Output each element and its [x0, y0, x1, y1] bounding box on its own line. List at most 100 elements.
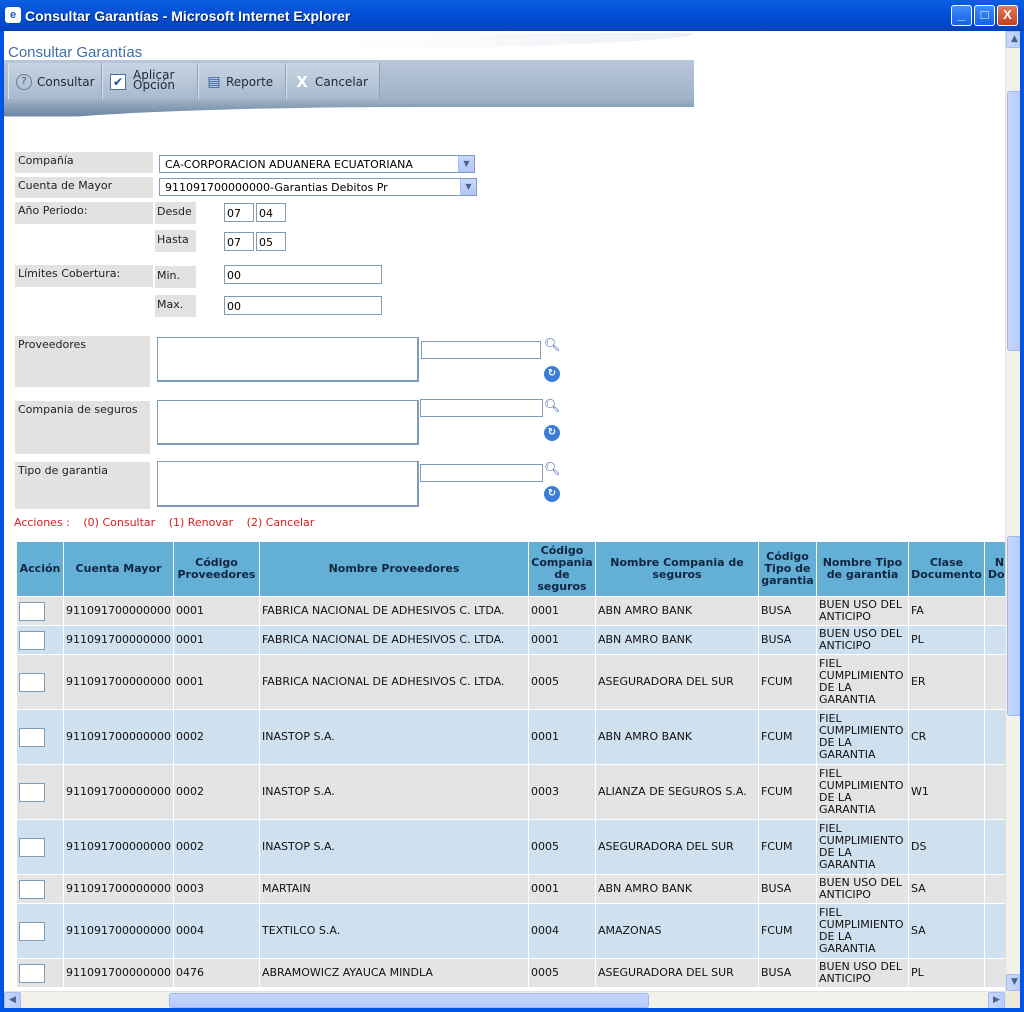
min-label: Min. [155, 266, 196, 288]
tipo-garantia-search-input[interactable] [420, 464, 543, 482]
cell-nombre-cia: ALIANZA DE SEGUROS S.A. [594, 764, 759, 820]
accion-consultar-legend: (0) Consultar [83, 516, 156, 529]
search-icon[interactable]: 🔍︎ [544, 462, 561, 478]
cuenta-mayor-select[interactable]: 911091700000000-Garantias Debitos Pr ▼ [159, 178, 477, 196]
cell-cod-tipo: BUSA [757, 958, 817, 988]
accion-input[interactable] [19, 727, 45, 747]
cell-cod-cia: 0004 [527, 903, 596, 959]
scroll-down-icon[interactable]: ▼ [1006, 974, 1020, 991]
compania-seguros-search-input[interactable] [420, 399, 543, 417]
cell-nombre-cia: ASEGURADORA DEL SUR [594, 958, 759, 988]
hasta-month-input[interactable]: 05 [256, 232, 286, 251]
hasta-year-input[interactable]: 07 [224, 232, 254, 251]
cell-nombre-tipo: BUEN USO DEL ANTICIPO [815, 596, 909, 626]
accion-input[interactable] [19, 782, 45, 802]
clear-icon[interactable]: ↻ [544, 425, 560, 441]
accion-input[interactable] [19, 879, 45, 899]
cell-clase: CR [907, 709, 985, 765]
column-header: Nombre Proveedores [258, 541, 529, 597]
window-titlebar[interactable]: e Consultar Garantías - Microsoft Intern… [0, 0, 1024, 31]
maximize-button[interactable]: □ [974, 5, 995, 26]
cell-cod-prov: 0002 [172, 709, 260, 765]
compania-label: Compañía [15, 152, 153, 173]
table-row: 911091700000000 0476 ABRAMOWICZ AYAUCA MIN… [16, 958, 1015, 988]
clear-icon[interactable]: ↻ [544, 486, 560, 502]
horizontal-scrollbar[interactable]: ◀ ▶ [4, 991, 1005, 1008]
cell-cod-cia: 0001 [527, 625, 596, 655]
header-banner: Consultar Garantías ? Consultar ✔ Aplica… [4, 31, 694, 129]
cell-cod-cia: 0001 [527, 596, 596, 626]
table-row: 911091700000000 0001 FABRICA NACIONAL DE A… [16, 596, 1015, 626]
accion-renovar-legend: (1) Renovar [168, 516, 234, 529]
cell-nombre-cia: ABN AMRO BANK [594, 874, 759, 904]
accion-input[interactable] [19, 963, 45, 983]
accion-cell [16, 764, 64, 820]
report-icon: ▤ [207, 74, 221, 90]
cell-nombre-tipo: FIEL CUMPLIMIENTO DE LA GARANTIA [815, 654, 909, 710]
accion-input[interactable] [19, 672, 45, 692]
proveedores-search-input[interactable] [421, 341, 541, 359]
desde-label: Desde [155, 202, 196, 224]
minimize-button[interactable]: _ [951, 5, 972, 26]
search-icon[interactable]: 🔍︎ [544, 338, 561, 354]
vertical-scrollbar[interactable]: ▲ ▼ [1005, 31, 1020, 991]
cell-clase: FA [907, 596, 985, 626]
cell-cod-tipo: BUSA [757, 874, 817, 904]
cell-clase: SA [907, 874, 985, 904]
cuenta-mayor-label: Cuenta de Mayor [15, 177, 153, 198]
desde-year-input[interactable]: 07 [224, 203, 254, 222]
accion-input[interactable] [19, 630, 45, 650]
compania-select[interactable]: CA-CORPORACION ADUANERA ECUATORIANA ▼ [159, 155, 475, 173]
close-icon: X [296, 73, 308, 91]
accion-input[interactable] [19, 837, 45, 857]
tipo-garantia-textarea[interactable] [157, 461, 419, 507]
consultar-button[interactable]: ? Consultar [8, 63, 102, 99]
cell-cod-tipo: FCUM [757, 709, 817, 765]
cell-nombre-prov: MARTAIN [258, 874, 529, 904]
vertical-scroll-thumb[interactable] [1007, 91, 1020, 351]
browser-client-area: Consultar Garantías ? Consultar ✔ Aplica… [4, 31, 1020, 1008]
min-input[interactable]: 00 [224, 265, 382, 284]
close-button[interactable]: X [997, 5, 1018, 26]
cell-cuenta: 911091700000000 [63, 958, 174, 988]
help-circle-icon: ? [16, 74, 32, 90]
accion-cell [16, 625, 64, 655]
clear-icon[interactable]: ↻ [544, 366, 560, 382]
cell-cuenta: 911091700000000 [63, 819, 174, 875]
cell-nombre-tipo: FIEL CUMPLIMIENTO DE LA GARANTIA [815, 764, 909, 820]
cancelar-button[interactable]: X Cancelar [286, 63, 380, 99]
accion-input[interactable] [19, 601, 45, 621]
scroll-right-icon[interactable]: ▶ [988, 992, 1005, 1008]
cell-clase: PL [907, 625, 985, 655]
cell-nombre-cia: AMAZONAS [594, 903, 759, 959]
horizontal-scroll-thumb[interactable] [169, 993, 649, 1008]
aplicar-opcion-button[interactable]: ✔ Aplicar Opción [102, 63, 198, 99]
cell-nombre-tipo: FIEL CUMPLIMIENTO DE LA GARANTIA [815, 709, 909, 765]
cell-nombre-prov: INASTOP S.A. [258, 709, 529, 765]
cell-clase: DS [907, 819, 985, 875]
cell-cod-tipo: FCUM [757, 764, 817, 820]
accion-cell [16, 819, 64, 875]
desde-month-input[interactable]: 04 [256, 203, 286, 222]
compania-seguros-textarea[interactable] [157, 400, 419, 445]
cell-cod-cia: 0005 [527, 819, 596, 875]
page-title: Consultar Garantías [8, 44, 143, 61]
cell-cod-cia: 0001 [527, 874, 596, 904]
scroll-left-icon[interactable]: ◀ [4, 992, 21, 1008]
cell-cod-cia: 0003 [527, 764, 596, 820]
reporte-button[interactable]: ▤ Reporte [198, 63, 286, 99]
table-row: 911091700000000 0004 TEXTILCO S.A. 0004 AMAZ… [16, 903, 1015, 959]
proveedores-textarea[interactable] [157, 337, 419, 382]
column-header: Código Proveedores [172, 541, 260, 597]
aplicar-line2: Opción [133, 78, 175, 92]
cell-cuenta: 911091700000000 [63, 625, 174, 655]
table-row: 911091700000000 0002 INASTOP S.A. 0003 ALIAN… [16, 764, 1015, 820]
cell-clase: W1 [907, 764, 985, 820]
accion-input[interactable] [19, 921, 45, 941]
acciones-legend: Acciones : (0) Consultar (1) Renovar (2)… [14, 516, 324, 529]
cell-clase: SA [907, 903, 985, 959]
search-icon[interactable]: 🔍︎ [544, 399, 561, 415]
max-input[interactable]: 00 [224, 296, 382, 315]
scroll-up-icon[interactable]: ▲ [1006, 31, 1020, 48]
aplicar-opcion-label: Aplicar Opción [133, 69, 175, 92]
